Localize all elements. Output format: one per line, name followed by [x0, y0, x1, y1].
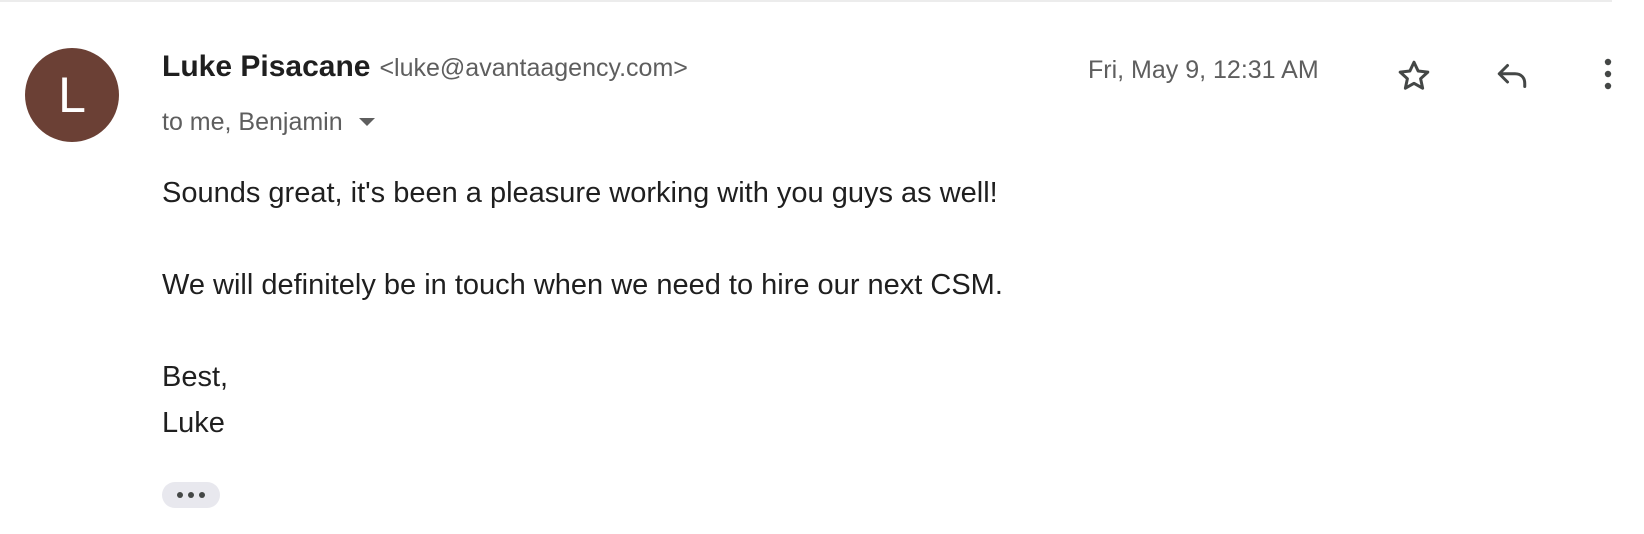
email-message: L Luke Pisacane <luke@avantaagency.com> …: [0, 0, 1644, 534]
body-line: Sounds great, it's been a pleasure worki…: [162, 177, 998, 209]
more-vert-icon: [1604, 58, 1612, 90]
caret-down-icon[interactable]: [357, 116, 377, 128]
star-button[interactable]: [1390, 52, 1438, 100]
email-body: Sounds great, it's been a pleasure worki…: [162, 170, 1562, 446]
divider: [0, 0, 1612, 2]
star-outline-icon: [1398, 60, 1430, 90]
sender-name[interactable]: Luke Pisacane: [162, 50, 370, 84]
body-signature: Luke: [162, 407, 225, 439]
more-options-button[interactable]: [1584, 50, 1632, 98]
show-trimmed-content-button[interactable]: [162, 482, 220, 508]
sender-header: Luke Pisacane <luke@avantaagency.com>: [162, 50, 688, 94]
more-horiz-icon: [177, 492, 205, 498]
email-timestamp: Fri, May 9, 12:31 AM: [1088, 56, 1319, 84]
recipients-label: to me, Benjamin: [162, 107, 343, 136]
reply-button[interactable]: [1488, 52, 1536, 100]
body-line: We will definitely be in touch when we n…: [162, 269, 1003, 301]
recipients-details-toggle[interactable]: to me, Benjamin: [162, 104, 377, 140]
body-closing: Best,: [162, 361, 229, 393]
sender-avatar[interactable]: L: [25, 48, 119, 142]
sender-email: <luke@avantaagency.com>: [379, 54, 688, 82]
reply-icon: [1497, 64, 1527, 88]
avatar-initial: L: [58, 67, 86, 123]
